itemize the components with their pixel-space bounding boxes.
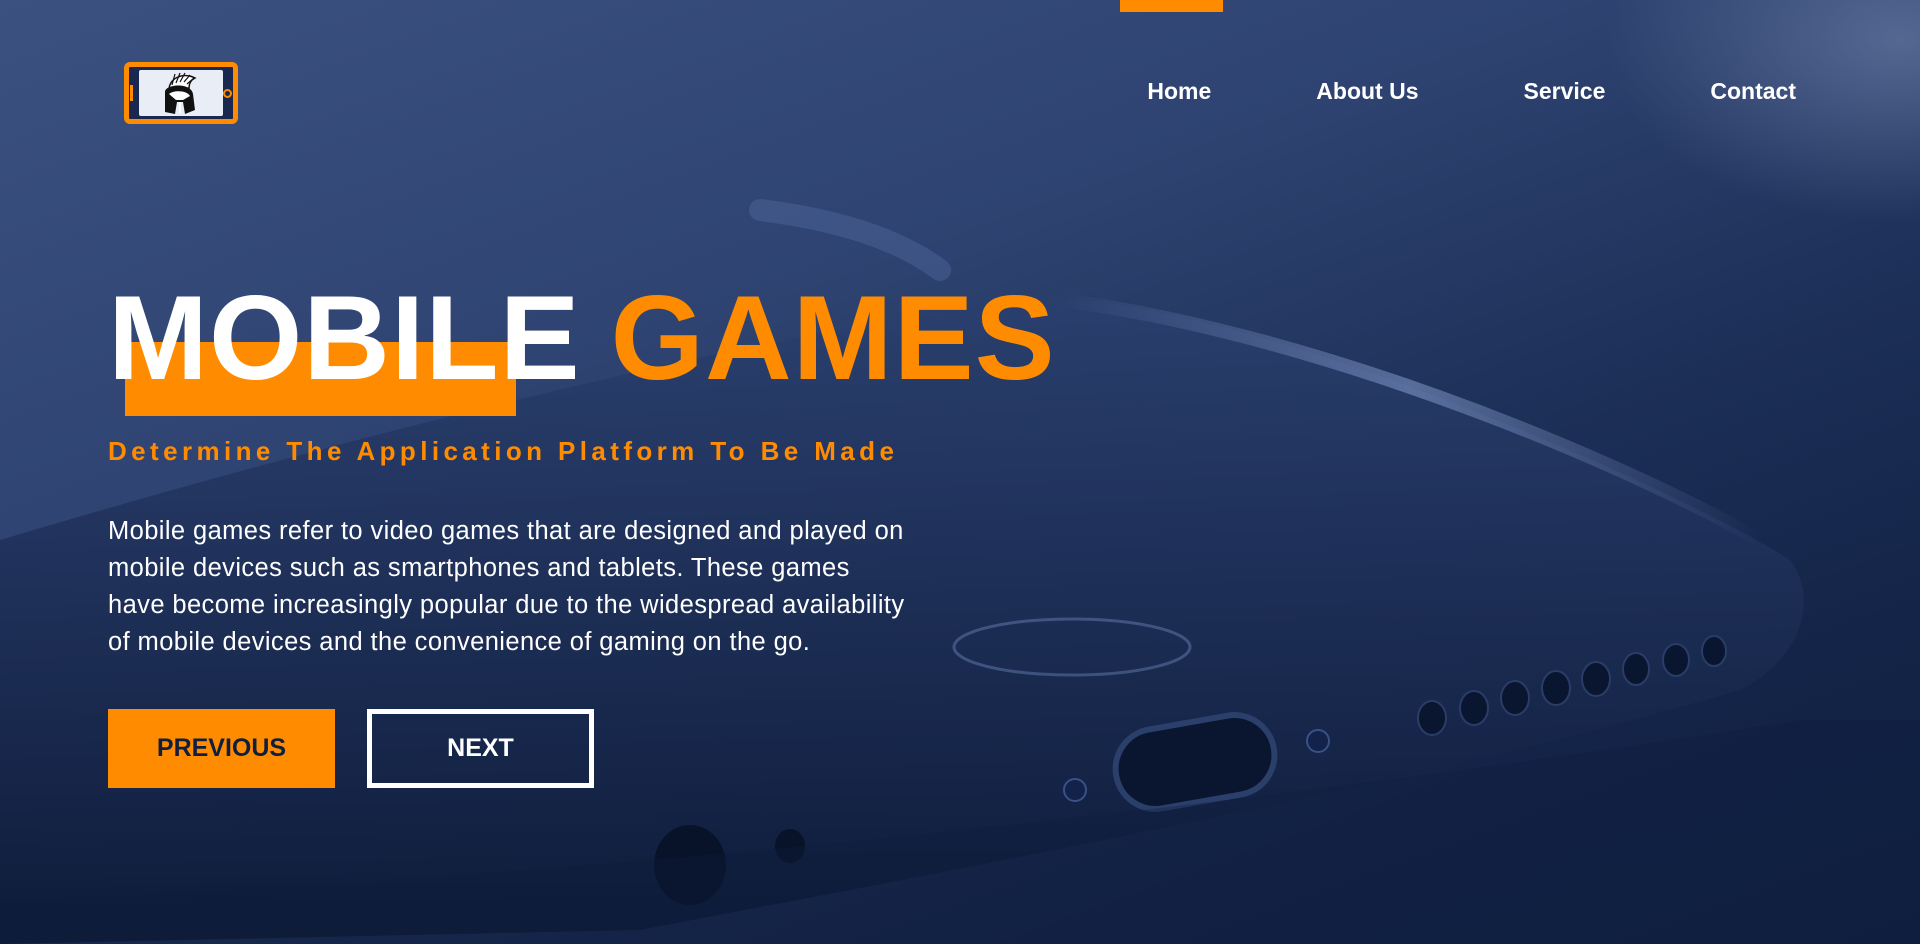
spartan-helmet-icon [165, 72, 197, 114]
hero-title: MOBILE GAMES [108, 268, 1056, 408]
nav-item-service[interactable]: Service [1524, 78, 1606, 105]
hero-section: Home About Us Service Contact MOBILE GAME… [0, 0, 1920, 944]
nav-item-home[interactable]: Home [1147, 78, 1211, 105]
background-phone-image [0, 199, 1920, 944]
logo-side-button-shape [130, 85, 133, 101]
nav-item-contact[interactable]: Contact [1710, 78, 1796, 105]
hero-description: Mobile games refer to video games that a… [108, 517, 905, 656]
active-nav-indicator [1120, 0, 1223, 12]
logo-home-button-shape [223, 89, 232, 98]
site-logo[interactable] [124, 62, 238, 124]
hero-subtitle: Determine The Application Platform To Be… [108, 436, 899, 466]
hero-title-word-games: GAMES [610, 271, 1056, 405]
hero-title-word-mobile: MOBILE [108, 271, 581, 405]
nav-item-about-us[interactable]: About Us [1316, 78, 1418, 105]
previous-button[interactable]: PREVIOUS [108, 709, 335, 788]
main-navigation: Home About Us Service Contact [1042, 78, 1796, 105]
next-button[interactable]: NEXT [367, 709, 594, 788]
logo-screen [139, 70, 223, 116]
